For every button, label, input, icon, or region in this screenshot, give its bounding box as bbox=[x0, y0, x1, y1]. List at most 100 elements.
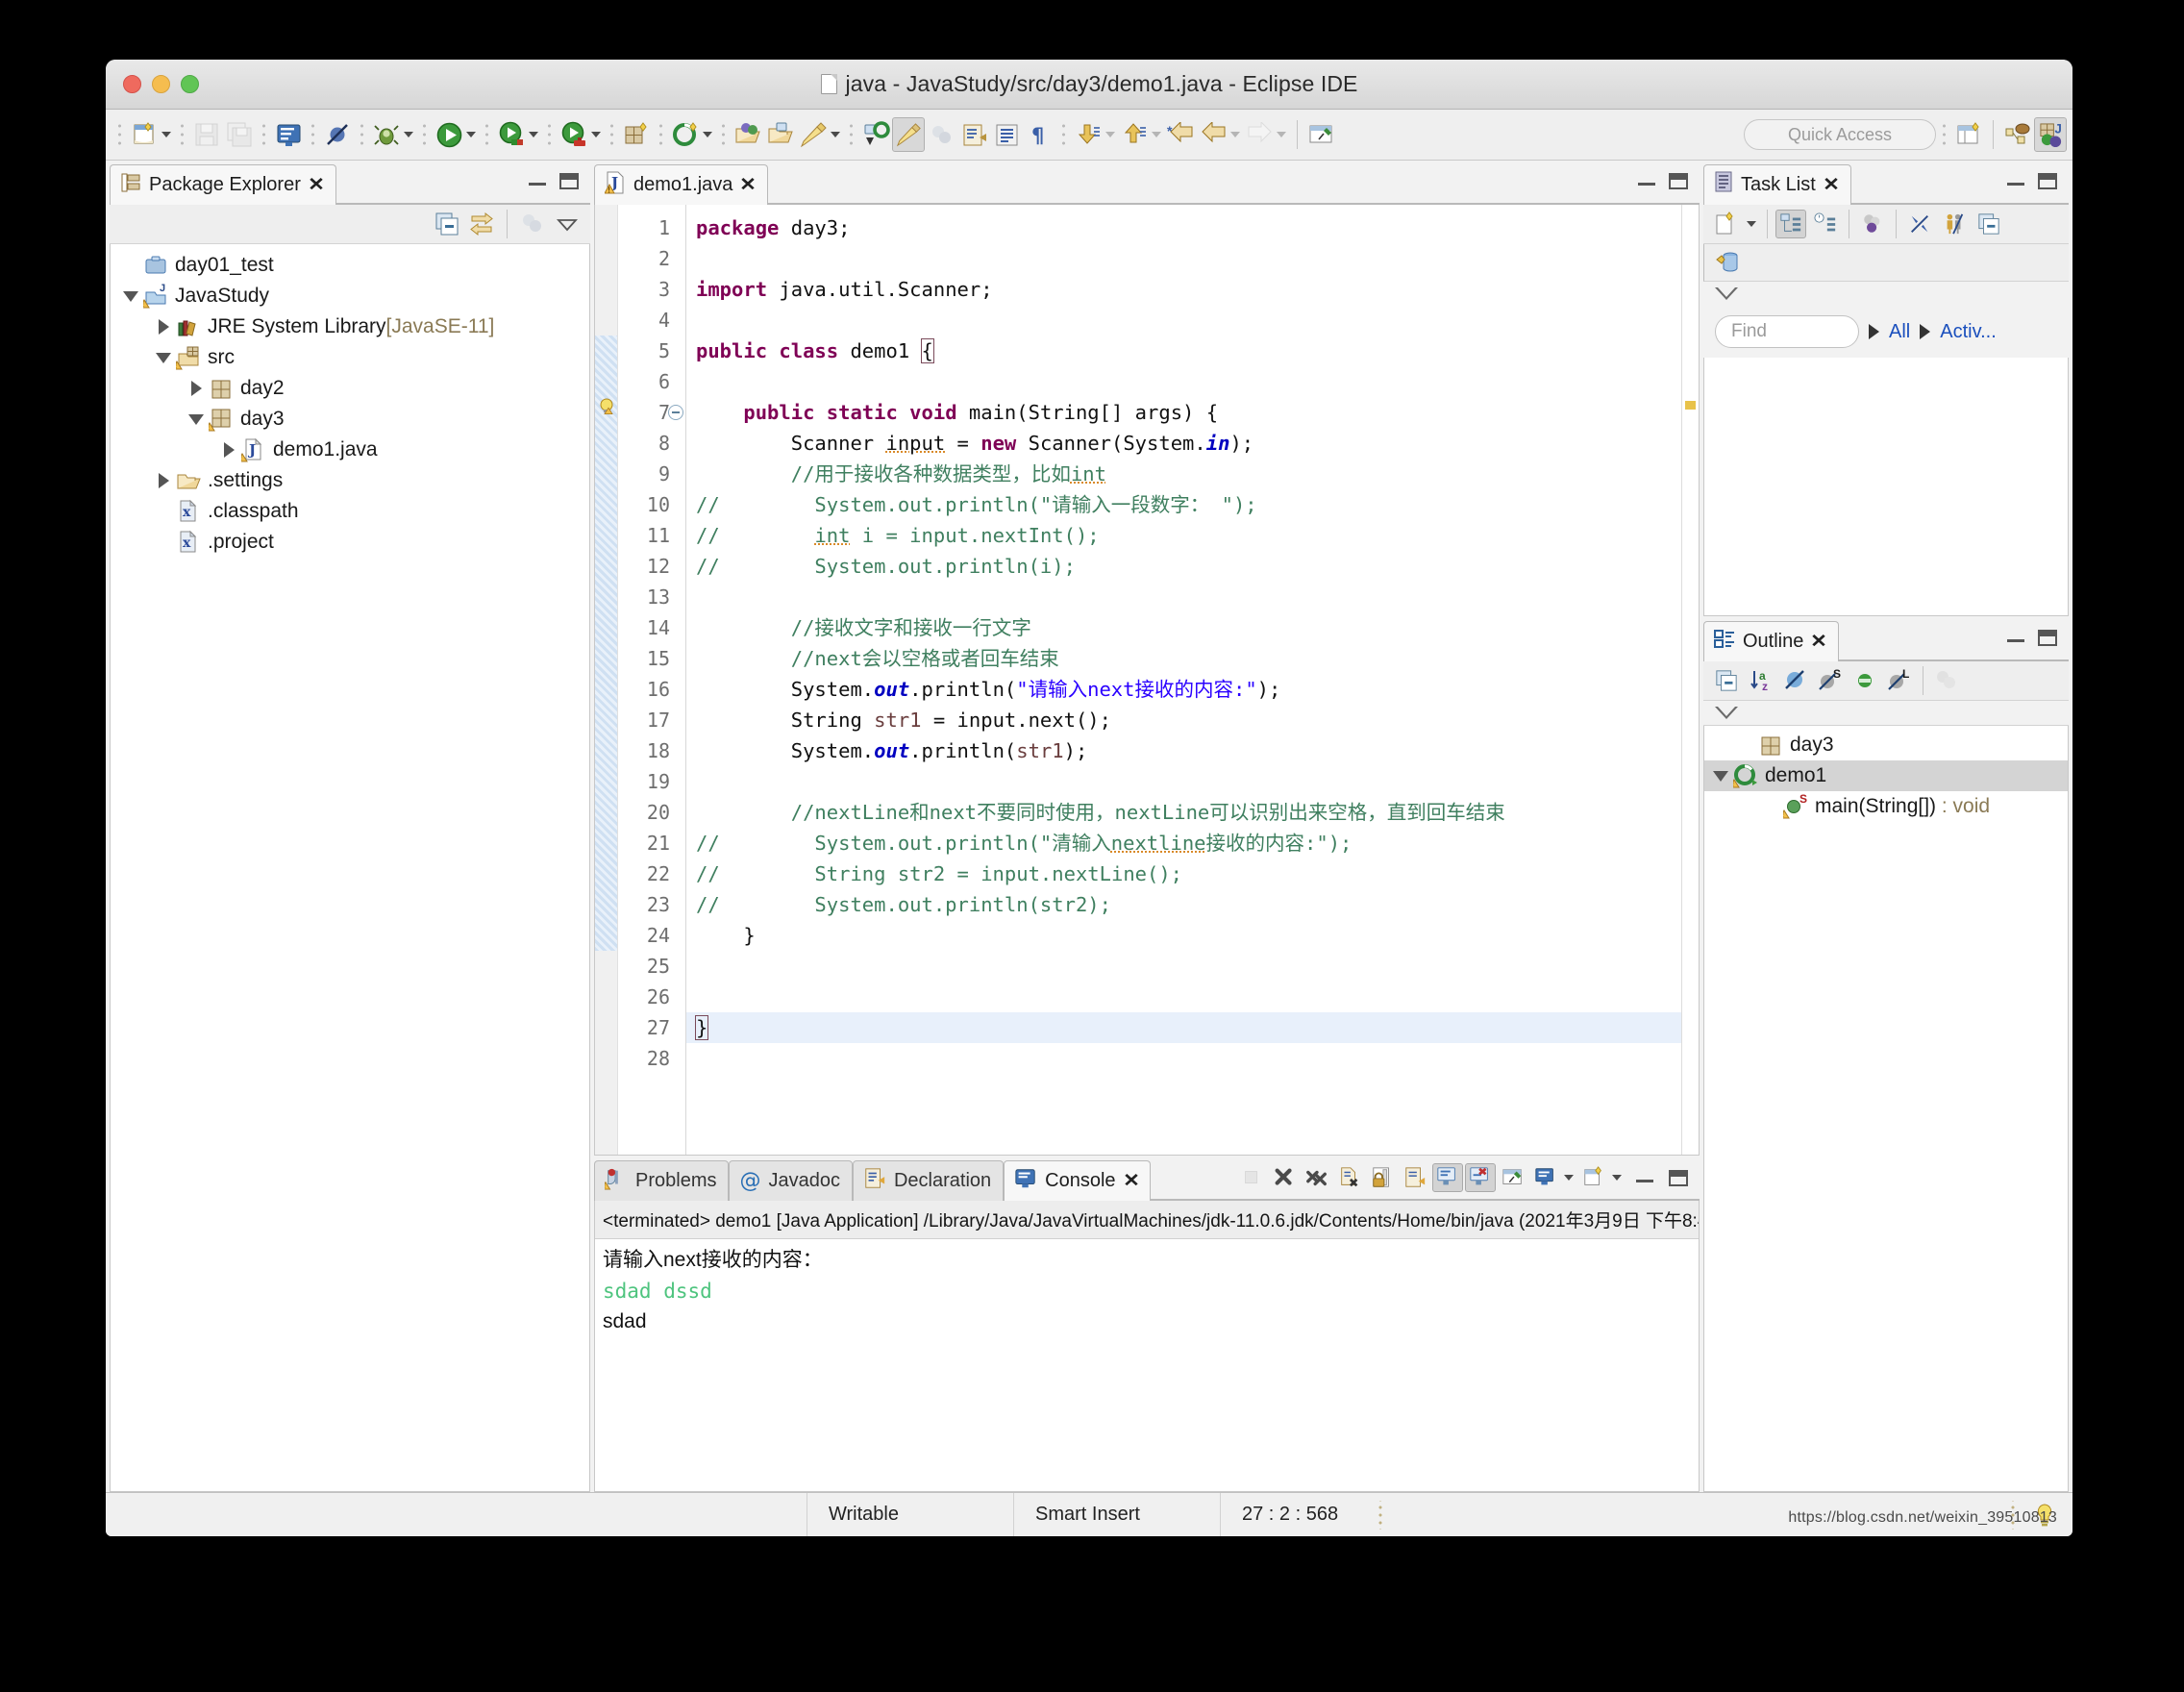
repositories-icon[interactable] bbox=[1712, 248, 1743, 277]
tab-javadoc[interactable]: @Javadoc bbox=[729, 1160, 853, 1201]
open-console-icon[interactable] bbox=[1578, 1163, 1609, 1192]
collapse-all-icon[interactable] bbox=[432, 210, 462, 238]
focus-on-task-icon[interactable] bbox=[925, 117, 957, 152]
open-type-icon[interactable] bbox=[732, 117, 764, 152]
code-line[interactable]: public static void main(String[] args) { bbox=[686, 397, 1681, 428]
run-coverage-dropdown-icon[interactable] bbox=[529, 132, 538, 137]
terminate-icon[interactable] bbox=[1236, 1163, 1267, 1192]
outline-item-day3[interactable]: day3 bbox=[1704, 730, 2068, 760]
expand-arrow-icon[interactable] bbox=[186, 381, 207, 396]
filter-all-link[interactable]: All bbox=[1889, 321, 1910, 343]
remove-launch-icon[interactable] bbox=[1269, 1163, 1300, 1192]
code-line[interactable] bbox=[686, 366, 1681, 397]
code-line[interactable]: System.out.println("请输入next接收的内容:"); bbox=[686, 674, 1681, 705]
show-all-tasks-icon[interactable] bbox=[1939, 210, 1970, 238]
code-line[interactable]: //nextLine和next不要同时使用，nextLine可以识别出来空格，直… bbox=[686, 797, 1681, 828]
scheduled-presentation-icon[interactable] bbox=[1810, 210, 1841, 238]
focus-on-workweek-icon[interactable] bbox=[1857, 210, 1888, 238]
code-line[interactable]: //next会以空格或者回车结束 bbox=[686, 643, 1681, 674]
minimize-icon[interactable] bbox=[2007, 176, 2024, 186]
code-line[interactable]: System.out.println(str1); bbox=[686, 735, 1681, 766]
console-output[interactable]: 请输入next接收的内容：sdad dssdsdad bbox=[595, 1239, 1699, 1343]
expand-arrow-icon[interactable] bbox=[153, 319, 174, 335]
show-whitespace-icon[interactable]: ¶ bbox=[1023, 117, 1055, 152]
tab-outline[interactable]: Outline ✕ bbox=[1703, 621, 1839, 661]
next-edit-location-dropdown-icon[interactable] bbox=[1105, 132, 1115, 137]
chevron-down-icon[interactable] bbox=[1715, 707, 1738, 719]
find-input[interactable]: Find bbox=[1715, 315, 1859, 348]
code-line[interactable]: import java.util.Scanner; bbox=[686, 274, 1681, 305]
minimize-icon[interactable] bbox=[1638, 176, 1655, 186]
tree-item-day2[interactable]: day2 bbox=[111, 373, 589, 404]
code-line[interactable] bbox=[686, 1043, 1681, 1074]
java-ee-perspective-icon[interactable] bbox=[2001, 117, 2034, 152]
minimize-button[interactable] bbox=[152, 75, 170, 93]
overview-ruler[interactable] bbox=[1681, 205, 1699, 1155]
code-line[interactable]: Scanner input = new Scanner(System.in); bbox=[686, 428, 1681, 459]
new-task-icon[interactable] bbox=[1711, 210, 1742, 238]
maximize-icon[interactable] bbox=[559, 173, 579, 189]
code-line[interactable] bbox=[686, 951, 1681, 982]
forward-icon[interactable] bbox=[1243, 117, 1276, 152]
run-icon[interactable] bbox=[433, 117, 465, 152]
close-icon[interactable]: ✕ bbox=[1823, 176, 1840, 194]
marker-ruler[interactable] bbox=[595, 205, 618, 1155]
open-task-icon[interactable] bbox=[764, 117, 797, 152]
link-with-editor-icon[interactable] bbox=[466, 210, 497, 238]
console-body[interactable]: <terminated> demo1 [Java Application] /L… bbox=[594, 1201, 1700, 1492]
last-edit-location-icon[interactable]: * bbox=[1164, 117, 1197, 152]
previous-edit-location-dropdown-icon[interactable] bbox=[1152, 132, 1161, 137]
expand-arrow-icon[interactable] bbox=[218, 442, 239, 458]
hide-fields-icon[interactable] bbox=[1780, 666, 1811, 695]
open-console-dropdown-icon[interactable] bbox=[1612, 1175, 1622, 1181]
tree-item-demo1-java[interactable]: J!demo1.java bbox=[111, 435, 589, 465]
focus-on-active-task-icon[interactable] bbox=[517, 210, 548, 238]
tab-console[interactable]: Console✕ bbox=[1004, 1160, 1151, 1201]
collapse-arrow-icon[interactable] bbox=[186, 414, 207, 425]
minimize-icon[interactable] bbox=[529, 176, 546, 186]
filter-active-arrow-icon[interactable] bbox=[1920, 324, 1930, 339]
hide-non-public-icon[interactable] bbox=[1849, 666, 1880, 695]
code-line[interactable]: String str1 = input.next(); bbox=[686, 705, 1681, 735]
tree-item-day3[interactable]: !day3 bbox=[111, 404, 589, 435]
code-line[interactable]: // String str2 = input.nextLine(); bbox=[686, 858, 1681, 889]
maximize-icon[interactable] bbox=[1669, 173, 1688, 189]
sort-icon[interactable]: az bbox=[1746, 666, 1776, 695]
code-line[interactable]: // System.out.println("请输入一段数字： "); bbox=[686, 489, 1681, 520]
new-wizard-dropdown-icon[interactable] bbox=[161, 132, 171, 137]
task-list-content[interactable] bbox=[1703, 358, 2069, 616]
maximize-icon[interactable] bbox=[1669, 1170, 1688, 1186]
status-drag-handle[interactable] bbox=[1373, 1501, 1388, 1530]
back-dropdown-icon[interactable] bbox=[1230, 132, 1240, 137]
save-all-icon[interactable] bbox=[223, 117, 256, 152]
zoom-button[interactable] bbox=[181, 75, 199, 93]
filter-active-link[interactable]: Activ... bbox=[1940, 321, 1997, 343]
display-selected-console-dropdown-icon[interactable] bbox=[1564, 1175, 1574, 1181]
focus-icon[interactable] bbox=[1931, 666, 1962, 695]
code-line[interactable]: // System.out.println(i); bbox=[686, 551, 1681, 582]
collapse-all-icon[interactable] bbox=[1711, 666, 1742, 695]
previous-annotation-icon[interactable] bbox=[957, 117, 990, 152]
package-explorer-tree-container[interactable]: day01_testJ!JavaStudyJRE System Library … bbox=[110, 244, 590, 1492]
debug-dropdown-icon[interactable] bbox=[404, 132, 413, 137]
new-task-dropdown-icon[interactable] bbox=[1747, 221, 1756, 227]
remove-all-launches-icon[interactable] bbox=[1302, 1163, 1332, 1192]
tab-task-list[interactable]: Task List ✕ bbox=[1703, 164, 1851, 205]
code-line[interactable] bbox=[686, 582, 1681, 612]
new-wizard-icon[interactable] bbox=[128, 117, 161, 152]
editor-text-area[interactable]: 1234567891011121314151617181920212223242… bbox=[594, 205, 1700, 1156]
tree-item-javastudy[interactable]: J!JavaStudy bbox=[111, 281, 589, 311]
quick-access-input[interactable]: Quick Access bbox=[1744, 119, 1936, 150]
forward-dropdown-icon[interactable] bbox=[1277, 132, 1286, 137]
pin-editor-icon[interactable] bbox=[1305, 117, 1338, 152]
next-edit-location-icon[interactable] bbox=[1072, 117, 1104, 152]
quickfix-bulb-icon[interactable] bbox=[598, 397, 617, 418]
minimize-icon[interactable] bbox=[2007, 633, 2024, 642]
back-icon[interactable] bbox=[1197, 117, 1229, 152]
fold-toggle-icon[interactable] bbox=[668, 405, 683, 420]
code-line[interactable]: package day3; bbox=[686, 212, 1681, 243]
collapse-all-icon[interactable] bbox=[1973, 210, 2004, 238]
new-java-class-icon[interactable] bbox=[669, 117, 702, 152]
code-line[interactable]: // int i = input.nextInt(); bbox=[686, 520, 1681, 551]
close-button[interactable] bbox=[123, 75, 141, 93]
